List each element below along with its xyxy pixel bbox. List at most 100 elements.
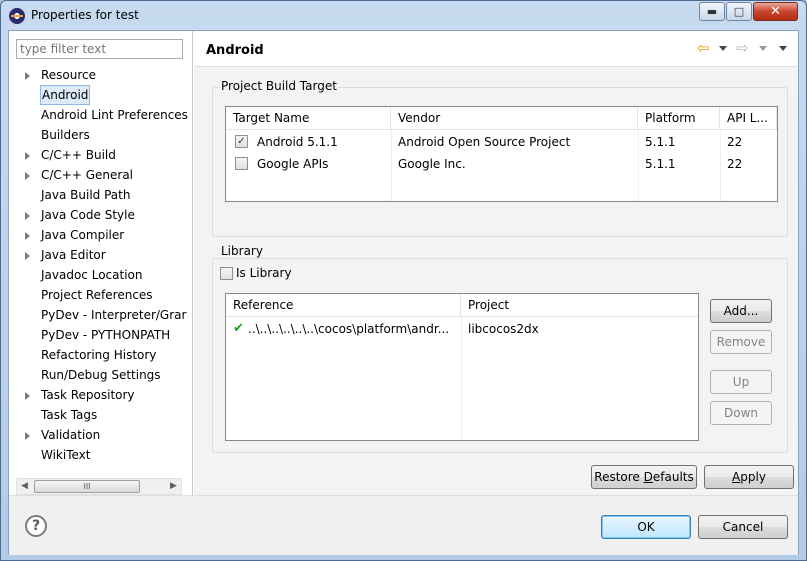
up-button[interactable]: Up — [710, 370, 772, 394]
sidebar-item-label: Refactoring History — [41, 348, 157, 362]
sidebar-item[interactable]: Java Editor — [9, 245, 193, 265]
help-icon[interactable]: ? — [25, 515, 47, 537]
build-target-table-header: Target Name Vendor Platform API L... — [226, 107, 777, 130]
sidebar-item-label: Javadoc Location — [41, 268, 143, 282]
close-button[interactable]: ✕ — [753, 2, 798, 21]
sidebar-item-label: C/C++ General — [41, 168, 134, 182]
table-row[interactable]: Google APIs Google Inc. 5.1.1 22 — [226, 153, 777, 175]
sidebar-item[interactable]: Java Compiler — [9, 225, 193, 245]
eclipse-icon — [9, 8, 25, 24]
build-target-table[interactable]: Target Name Vendor Platform API L... ✓ A… — [225, 106, 778, 202]
library-table[interactable]: Reference Project ✔ ..\..\..\..\..\..\co… — [225, 293, 699, 441]
target-checkbox[interactable] — [235, 157, 248, 170]
scroll-left-icon[interactable]: ◀ — [21, 481, 28, 491]
sidebar-item[interactable]: Java Code Style — [9, 205, 193, 225]
sidebar-item-label: Java Build Path — [41, 188, 131, 202]
sidebar-item-label: Builders — [41, 128, 90, 142]
sidebar-item[interactable]: Resource — [9, 65, 193, 85]
expand-arrow-icon[interactable] — [25, 232, 30, 240]
library-reference: ..\..\..\..\..\..\cocos\platform\andr... — [248, 322, 450, 336]
maximize-button[interactable]: □ — [726, 2, 752, 21]
sidebar-item[interactable]: Project References — [9, 285, 193, 305]
sidebar-item[interactable]: Builders — [9, 125, 193, 145]
sidebar-item[interactable]: Javadoc Location — [9, 265, 193, 285]
library-group-title: Library — [220, 244, 264, 258]
page-header: Android ⇦ ⇨ — [194, 31, 798, 67]
property-tree: Resource Android Android Lint Preferences B… — [9, 65, 193, 475]
sidebar-item[interactable]: C/C++ Build — [9, 145, 193, 165]
sidebar-item-label: Android — [40, 85, 91, 105]
library-project: libcocos2dx — [468, 322, 539, 336]
restore-defaults-button[interactable]: Restore Defaults — [591, 465, 697, 489]
sidebar-item[interactable]: Java Build Path — [9, 185, 193, 205]
sidebar-item[interactable]: Refactoring History — [9, 345, 193, 365]
library-table-header: Reference Project — [226, 294, 698, 317]
apply-button[interactable]: Apply — [704, 465, 794, 489]
scroll-right-icon[interactable]: ▶ — [170, 481, 177, 491]
sidebar-item[interactable]: Android — [9, 85, 193, 105]
target-vendor: Android Open Source Project — [398, 135, 571, 149]
col-project[interactable]: Project — [461, 294, 698, 317]
ok-button[interactable]: OK — [601, 515, 691, 539]
sidebar-item-label: Android Lint Preferences — [41, 108, 188, 122]
expand-arrow-icon[interactable] — [25, 432, 30, 440]
table-row[interactable]: ✔ ..\..\..\..\..\..\cocos\platform\andr.… — [226, 318, 698, 340]
expand-arrow-icon[interactable] — [25, 252, 30, 260]
filter-input[interactable] — [16, 39, 183, 59]
add-button[interactable]: Add... — [710, 299, 772, 323]
sidebar-item-label: PyDev - Interpreter/Grar — [41, 308, 187, 322]
dialog-footer: ? OK Cancel — [9, 495, 798, 555]
sidebar-item[interactable]: Run/Debug Settings — [9, 365, 193, 385]
sidebar-item[interactable]: WikiText — [9, 445, 193, 465]
title-bar[interactable]: Properties for test ▬ □ ✕ — [1, 1, 806, 30]
expand-arrow-icon[interactable] — [25, 212, 30, 220]
tree-horizontal-scrollbar[interactable]: ◀ III ▶ — [16, 478, 182, 495]
col-target-name[interactable]: Target Name — [226, 107, 391, 130]
sidebar-item[interactable]: Android Lint Preferences — [9, 105, 193, 125]
properties-dialog: Properties for test ▬ □ ✕ Resource Androi… — [0, 0, 807, 561]
col-reference[interactable]: Reference — [226, 294, 461, 317]
sidebar-item-label: Task Tags — [41, 408, 98, 422]
target-api: 22 — [727, 135, 743, 149]
build-target-group-title: Project Build Target — [220, 79, 338, 93]
expand-arrow-icon[interactable] — [25, 152, 30, 160]
sidebar: Resource Android Android Lint Preferences B… — [9, 31, 193, 495]
back-dropdown-icon[interactable] — [719, 46, 727, 51]
sidebar-item[interactable]: PyDev - PYTHONPATH — [9, 325, 193, 345]
is-library-label[interactable]: Is Library — [236, 265, 292, 282]
target-platform: 5.1.1 — [645, 157, 676, 171]
remove-button[interactable]: Remove — [710, 330, 772, 354]
sidebar-item-label: Java Code Style — [41, 208, 135, 222]
col-api-level[interactable]: API L... — [720, 107, 777, 130]
expand-arrow-icon[interactable] — [25, 392, 30, 400]
restore-label-post: efaults — [652, 470, 694, 484]
table-row[interactable]: ✓ Android 5.1.1 Android Open Source Proj… — [226, 131, 777, 153]
cancel-button[interactable]: Cancel — [698, 515, 788, 539]
expand-arrow-icon[interactable] — [25, 72, 30, 80]
sidebar-item-label: Java Editor — [41, 248, 106, 262]
minimize-button[interactable]: ▬ — [699, 2, 725, 21]
sidebar-item-label: Project References — [41, 288, 153, 302]
sidebar-item[interactable]: Task Repository — [9, 385, 193, 405]
sidebar-item-label: C/C++ Build — [41, 148, 116, 162]
sidebar-item-label: WikiText — [41, 448, 91, 462]
sidebar-item[interactable]: Task Tags — [9, 405, 193, 425]
forward-dropdown-icon[interactable] — [759, 46, 767, 51]
col-vendor[interactable]: Vendor — [391, 107, 638, 130]
is-library-checkbox[interactable] — [220, 267, 233, 280]
forward-arrow-icon[interactable]: ⇨ — [736, 40, 749, 56]
expand-arrow-icon[interactable] — [25, 172, 30, 180]
sidebar-item[interactable]: PyDev - Interpreter/Grar — [9, 305, 193, 325]
restore-label-key: D — [643, 470, 653, 484]
scroll-thumb[interactable]: III — [34, 480, 140, 493]
sidebar-item-label: Resource — [41, 68, 97, 82]
back-arrow-icon[interactable]: ⇦ — [697, 40, 710, 56]
sidebar-item-label: Task Repository — [41, 388, 135, 402]
down-button[interactable]: Down — [710, 401, 772, 425]
window-title: Properties for test — [31, 8, 139, 22]
view-menu-icon[interactable] — [779, 46, 787, 51]
col-platform[interactable]: Platform — [638, 107, 720, 130]
sidebar-item[interactable]: C/C++ General — [9, 165, 193, 185]
sidebar-item[interactable]: Validation — [9, 425, 193, 445]
target-checkbox[interactable]: ✓ — [235, 135, 248, 148]
